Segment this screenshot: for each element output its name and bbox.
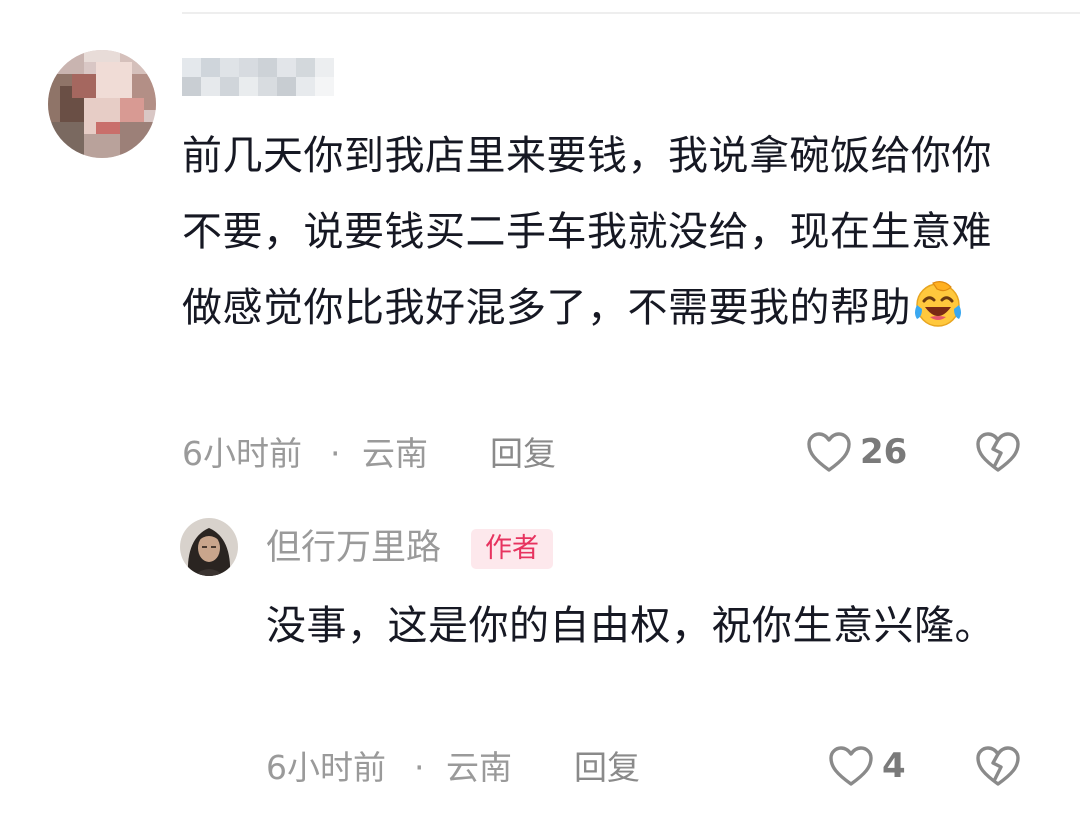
comment-like-count: 26 [860, 432, 908, 472]
reply-dislike-button[interactable] [975, 745, 1021, 791]
heart-outline-icon [807, 432, 851, 472]
meta-separator: · [330, 434, 341, 473]
comment-location: 云南 [362, 434, 428, 473]
top-divider [182, 12, 1080, 14]
commenter-avatar[interactable] [48, 50, 156, 158]
pixelated-avatar-image [48, 50, 156, 158]
meta-separator: · [414, 748, 425, 787]
reply-meta-row: 6小时前 · 云南 回复 [266, 746, 666, 790]
comment-like-button[interactable]: 26 [806, 430, 907, 474]
author-username[interactable]: 但行万里路 [266, 526, 441, 570]
crying-laughing-emoji-icon [913, 278, 963, 354]
commenter-username-blurred[interactable] [182, 58, 334, 96]
comment-body: 前几天你到我店里来要钱，我说拿碗饭给你你不要，说要钱买二手车我就没给，现在生意难… [182, 133, 992, 331]
comment-meta-row: 6小时前 · 云南 回复 [182, 432, 582, 476]
author-avatar-image [180, 518, 238, 576]
reply-like-count: 4 [882, 746, 906, 786]
blurred-username-image [182, 58, 334, 96]
broken-heart-icon [976, 746, 1020, 786]
reply-like-button[interactable]: 4 [828, 744, 906, 788]
reply-time: 6小时前 [266, 748, 386, 787]
comment-dislike-button[interactable] [975, 431, 1021, 477]
author-badge: 作者 [471, 529, 553, 569]
author-avatar[interactable] [180, 518, 238, 576]
reply-text: 没事，这是你的自由权，祝你生意兴隆。 [266, 603, 995, 649]
reply-reply-button[interactable]: 回复 [574, 746, 640, 790]
reply-location: 云南 [446, 748, 512, 787]
comment-reply-button[interactable]: 回复 [490, 432, 556, 476]
comment-text: 前几天你到我店里来要钱，我说拿碗饭给你你不要，说要钱买二手车我就没给，现在生意难… [182, 118, 1002, 354]
heart-outline-icon [829, 746, 873, 786]
comment-time: 6小时前 [182, 434, 302, 473]
broken-heart-icon [976, 432, 1020, 472]
